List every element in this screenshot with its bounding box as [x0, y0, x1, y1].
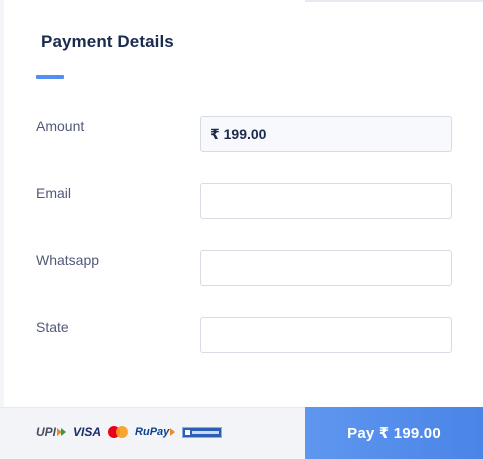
- top-divider: [305, 0, 483, 2]
- page-title: Payment Details: [41, 32, 174, 51]
- payment-page: Payment Details Amount ₹ 199.00 Email Wh…: [0, 0, 483, 459]
- payment-methods: UPI VISA RuPay: [36, 420, 223, 444]
- amount-value: ₹ 199.00: [210, 126, 267, 142]
- upi-logo-icon: UPI: [36, 425, 67, 439]
- amount-field: ₹ 199.00: [200, 116, 452, 152]
- bank-logo-icon: [182, 426, 223, 438]
- left-edge-strip: [0, 0, 4, 407]
- email-field[interactable]: [200, 183, 452, 219]
- mastercard-icon: [108, 426, 129, 438]
- title-underline: [36, 75, 64, 79]
- pay-button[interactable]: Pay ₹ 199.00: [305, 407, 483, 459]
- whatsapp-label: Whatsapp: [36, 252, 100, 268]
- state-label: State: [36, 319, 69, 335]
- email-label: Email: [36, 185, 72, 201]
- rupay-logo-icon: RuPay: [135, 426, 176, 438]
- visa-logo-icon: VISA: [73, 425, 102, 439]
- amount-label: Amount: [36, 118, 85, 134]
- rupay-text: RuPay: [135, 426, 170, 438]
- whatsapp-field[interactable]: [200, 250, 452, 286]
- state-field[interactable]: [200, 317, 452, 353]
- upi-text: UPI: [36, 425, 57, 439]
